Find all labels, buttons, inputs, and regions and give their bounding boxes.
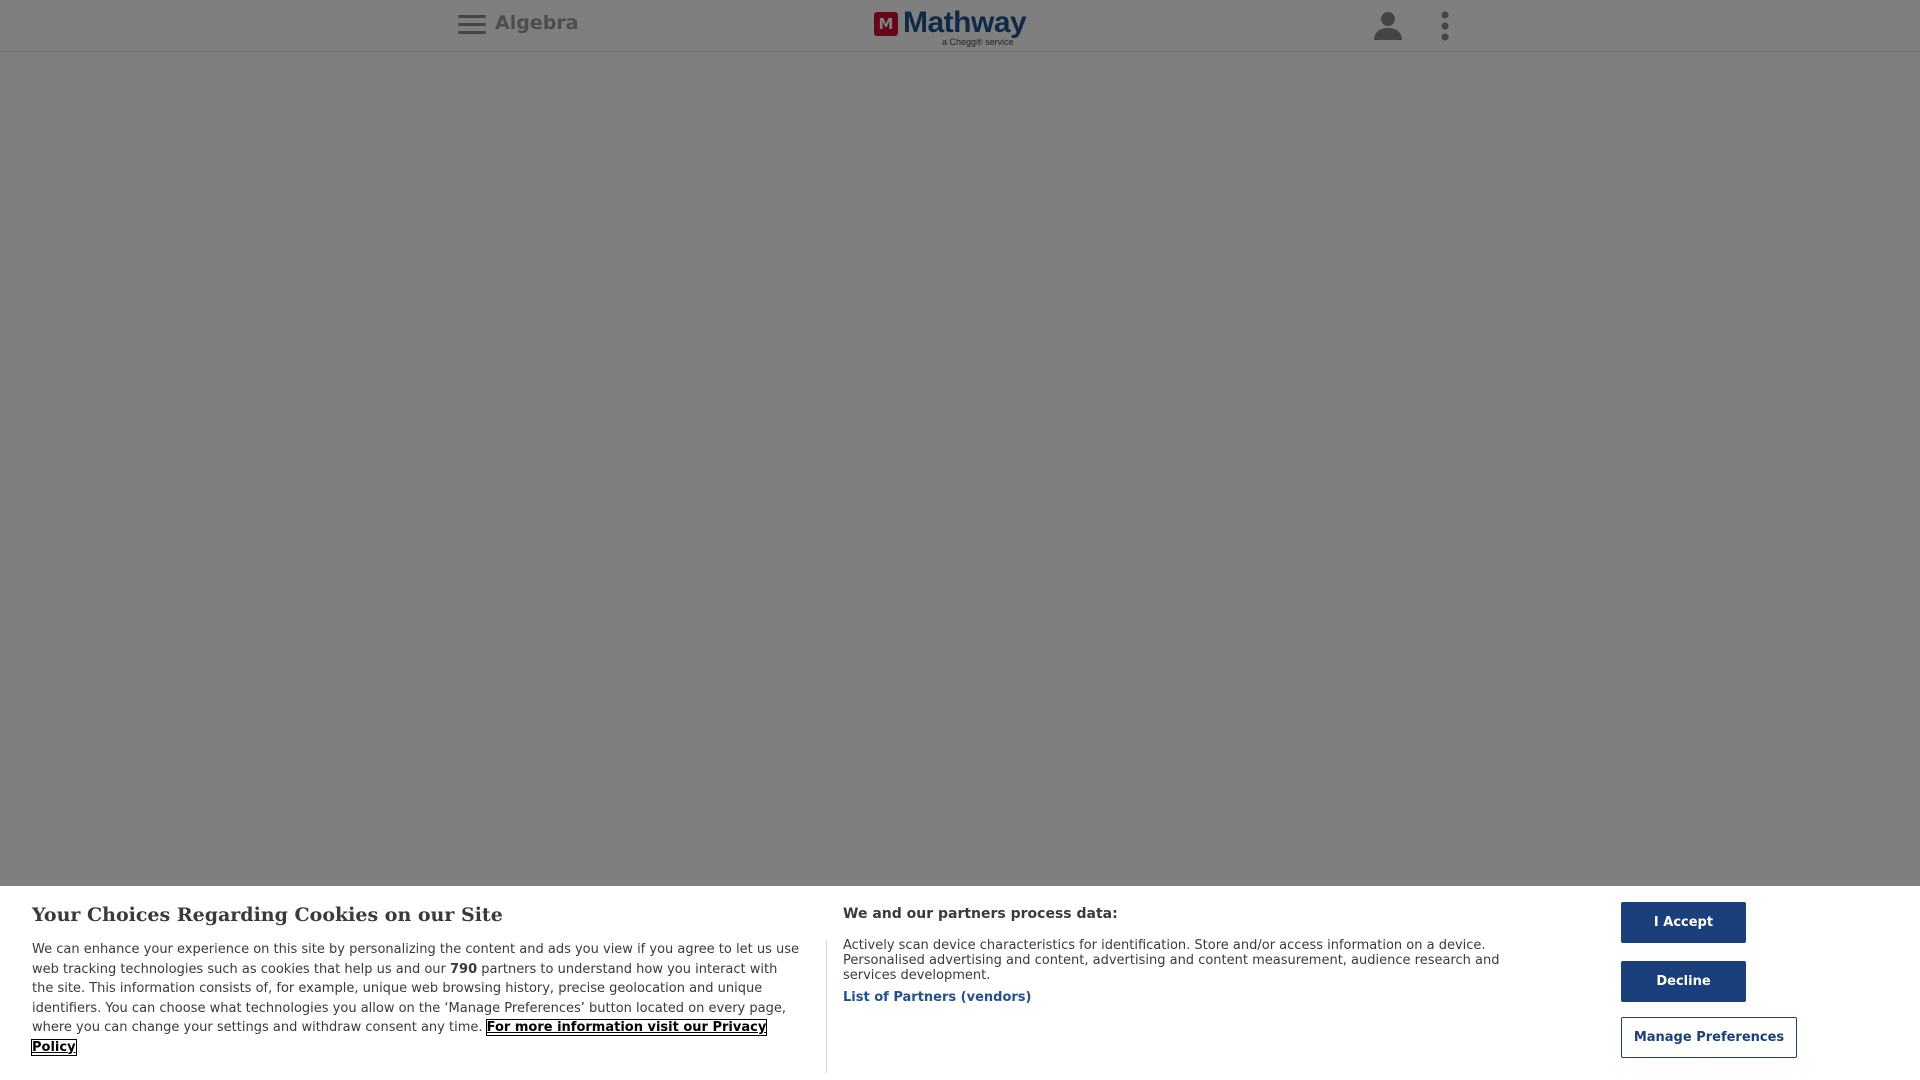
- cookie-banner-description: We can enhance your experience on this s…: [30, 940, 802, 1057]
- process-data-description: Actively scan device characteristics for…: [843, 938, 1500, 983]
- accept-cookies-button[interactable]: I Accept: [1621, 902, 1746, 943]
- partner-count: 790: [450, 961, 478, 977]
- process-data-title: We and our partners process data:: [843, 906, 1118, 922]
- decline-cookies-button[interactable]: Decline: [1621, 961, 1746, 1002]
- manage-preferences-button[interactable]: Manage Preferences: [1621, 1017, 1797, 1058]
- cookie-banner-title: Your Choices Regarding Cookies on our Si…: [32, 904, 503, 926]
- cookie-banner-divider: [826, 941, 827, 1073]
- vendors-list-link[interactable]: List of Partners (vendors): [843, 990, 1031, 1005]
- cookie-consent-banner: Your Choices Regarding Cookies on our Si…: [0, 886, 1920, 1080]
